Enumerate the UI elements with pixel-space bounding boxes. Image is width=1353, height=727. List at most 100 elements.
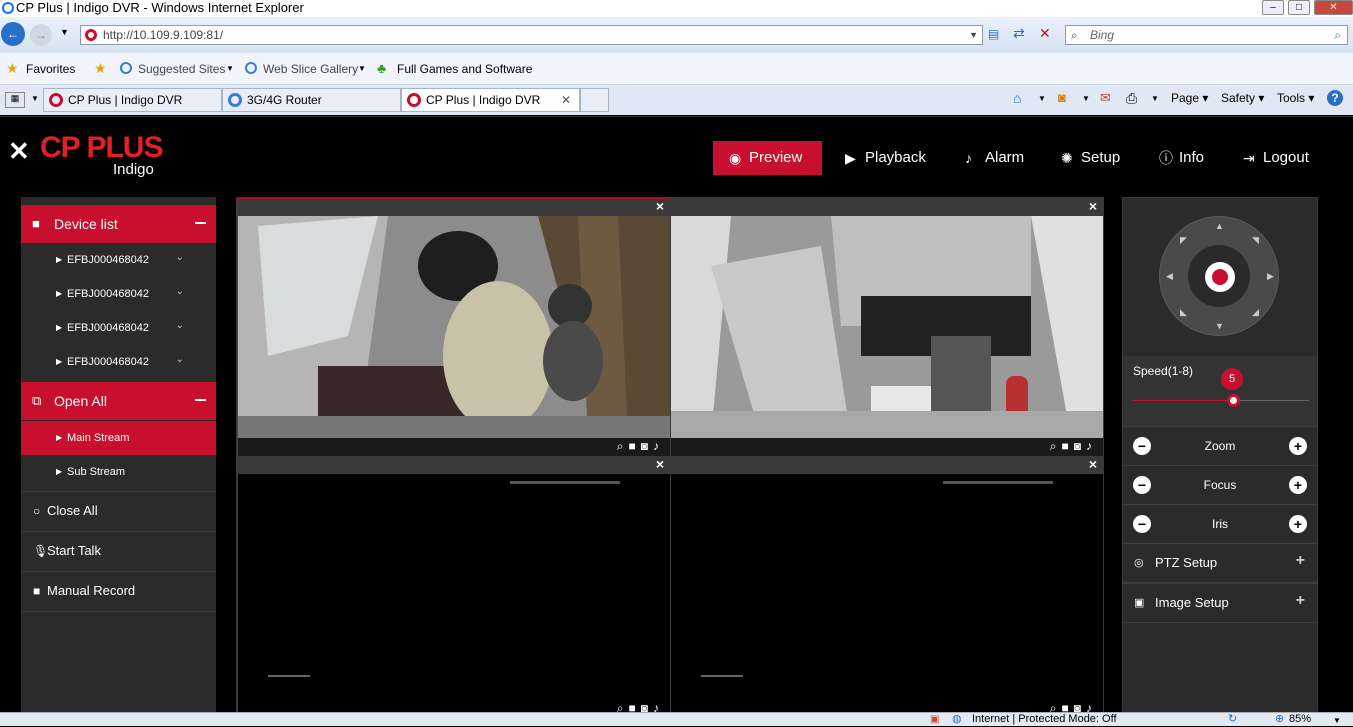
ptz-setup-button[interactable]: ◎ PTZ Setup + — [1123, 543, 1317, 583]
gear-icon: ✺ — [1061, 150, 1073, 166]
ptz-down-right-icon[interactable]: ◢ — [1252, 307, 1259, 318]
close-icon[interactable]: × — [1089, 456, 1097, 472]
nav-logout[interactable]: ⇥ Logout — [1227, 141, 1327, 175]
focus-row: − Focus + — [1123, 465, 1317, 504]
video-cell-1[interactable]: × ⌕■◙♪ — [237, 198, 671, 457]
chevron-down-icon[interactable]: ⌄ — [176, 241, 184, 275]
address-bar[interactable]: http://10.109.9.109:81/ ▼ — [80, 25, 983, 45]
collapse-icon[interactable] — [195, 222, 206, 224]
refresh-icon[interactable]: ⇄ — [1013, 25, 1025, 42]
stop-icon[interactable]: ✕ — [1039, 25, 1051, 42]
ptz-down-left-icon[interactable]: ◣ — [1180, 307, 1187, 318]
print-icon[interactable]: ⎙ — [1126, 90, 1137, 107]
add-favorite-icon[interactable]: ★ — [94, 60, 107, 77]
cell-control-icons[interactable]: ⌕■◙♪ — [1050, 439, 1097, 454]
chevron-down-icon[interactable]: ▼ — [1082, 94, 1090, 103]
history-dropdown-icon[interactable]: ▼ — [60, 27, 69, 37]
zoom-in-icon[interactable]: + — [1289, 437, 1307, 455]
maximize-icon[interactable]: □ — [1288, 0, 1310, 15]
search-input[interactable]: ⌕ Bing ⌕ — [1065, 25, 1348, 45]
close-icon[interactable]: × — [656, 198, 664, 214]
iris-minus-icon[interactable]: − — [1133, 515, 1151, 533]
ptz-up-right-icon[interactable]: ◥ — [1252, 235, 1259, 246]
video-cell-4[interactable]: × ⌕■◙♪ — [670, 456, 1104, 718]
nav-playback[interactable]: ▶ Playback — [829, 141, 944, 175]
chevron-down-icon[interactable]: ⌄ — [176, 275, 184, 309]
zoom-out-icon[interactable]: − — [1133, 437, 1151, 455]
zoom-level[interactable]: 85% — [1289, 713, 1311, 726]
minimize-icon[interactable]: – — [1262, 0, 1284, 15]
close-all-button[interactable]: ○ Close All — [21, 491, 216, 531]
device-item[interactable]: ▶ EFBJ000468042 ⌄ — [21, 345, 216, 379]
ptz-direction-pad[interactable]: ▲ ▼ ◀ ▶ ◤ ◥ ◣ ◢ — [1159, 216, 1279, 336]
ptz-down-icon[interactable]: ▼ — [1215, 321, 1224, 331]
safety-menu[interactable]: Safety ▾ — [1221, 91, 1264, 105]
speed-slider-thumb[interactable] — [1227, 394, 1241, 407]
video-cell-3[interactable]: × ⌕■◙♪ — [237, 456, 671, 718]
compatibility-view-icon[interactable]: ▤ — [988, 27, 999, 41]
tab-cpplus-1[interactable]: CP Plus | Indigo DVR — [43, 88, 222, 112]
chevron-down-icon[interactable]: ⌄ — [176, 343, 184, 377]
zoom-dropdown-icon[interactable]: ▼ — [1333, 714, 1341, 727]
nav-preview[interactable]: ◉ Preview — [713, 141, 822, 175]
close-window-icon[interactable]: ✕ — [1314, 0, 1353, 15]
quick-tabs-icon[interactable]: ▦ — [5, 92, 25, 108]
nav-alarm[interactable]: ♪ Alarm — [949, 141, 1042, 175]
help-icon[interactable]: ? — [1327, 90, 1343, 106]
expand-plus-icon[interactable]: + — [1296, 542, 1305, 580]
page-menu[interactable]: Page ▾ — [1171, 91, 1208, 105]
focus-plus-icon[interactable]: + — [1289, 476, 1307, 494]
open-all-header[interactable]: ⧉ Open All — [21, 382, 216, 420]
ptz-up-left-icon[interactable]: ◤ — [1180, 235, 1187, 246]
main-stream-item[interactable]: ▶ Main Stream — [21, 421, 216, 455]
chevron-down-icon[interactable]: ⌄ — [176, 309, 184, 343]
favorites-button[interactable]: Favorites — [26, 62, 75, 76]
image-setup-button[interactable]: ▣ Image Setup + — [1123, 583, 1317, 623]
chevron-down-icon[interactable]: ▼ — [1151, 94, 1159, 103]
back-arrow-icon[interactable]: ← — [1, 22, 25, 46]
speed-slider[interactable] — [1133, 394, 1309, 407]
new-tab-button[interactable] — [580, 88, 609, 112]
search-go-icon[interactable]: ⌕ — [1334, 26, 1341, 44]
favorite-full-games[interactable]: Full Games and Software — [397, 62, 532, 76]
device-item[interactable]: ▶ EFBJ000468042 ⌄ — [21, 243, 216, 277]
close-icon[interactable]: × — [1089, 198, 1097, 214]
forward-arrow-icon[interactable]: → — [30, 24, 52, 46]
ptz-left-icon[interactable]: ◀ — [1166, 271, 1173, 282]
home-icon[interactable]: ⌂ — [1013, 90, 1021, 106]
ptz-right-icon[interactable]: ▶ — [1267, 271, 1274, 282]
tab-list-dropdown-icon[interactable]: ▼ — [31, 94, 39, 103]
close-tab-icon[interactable]: ✕ — [561, 89, 571, 111]
sub-stream-item[interactable]: ▶ Sub Stream — [21, 455, 216, 489]
cell-control-icons[interactable]: ⌕■◙♪ — [617, 439, 664, 454]
device-item[interactable]: ▶ EFBJ000468042 ⌄ — [21, 311, 216, 345]
cpplus-favicon-icon — [407, 93, 421, 107]
chevron-down-icon[interactable]: ▼ — [358, 64, 366, 73]
manual-record-button[interactable]: ■ Manual Record — [21, 571, 216, 612]
device-item[interactable]: ▶ EFBJ000468042 ⌄ — [21, 277, 216, 311]
cell-controls: ⌕■◙♪ — [671, 438, 1103, 456]
close-icon[interactable]: × — [656, 456, 664, 472]
address-dropdown-icon[interactable]: ▼ — [969, 26, 978, 44]
tab-router[interactable]: 3G/4G Router — [222, 88, 401, 112]
open-all-label: Open All — [54, 393, 107, 409]
focus-minus-icon[interactable]: − — [1133, 476, 1151, 494]
tools-menu[interactable]: Tools ▾ — [1277, 91, 1314, 105]
video-cell-2[interactable]: × ⌕■◙♪ — [670, 198, 1104, 457]
iris-plus-icon[interactable]: + — [1289, 515, 1307, 533]
nav-info[interactable]: ⓘ Info — [1143, 141, 1222, 175]
favorite-suggested-sites[interactable]: Suggested Sites — [138, 62, 225, 76]
expand-plus-icon[interactable]: + — [1296, 582, 1305, 620]
ptz-up-icon[interactable]: ▲ — [1215, 221, 1224, 231]
chevron-down-icon[interactable]: ▼ — [226, 64, 234, 73]
mail-icon[interactable]: ✉ — [1100, 90, 1111, 106]
feeds-icon[interactable]: ◙ — [1058, 90, 1066, 105]
favorite-web-slice-gallery[interactable]: Web Slice Gallery — [263, 62, 358, 76]
protected-mode-icon[interactable]: ↻ — [1228, 713, 1237, 726]
chevron-down-icon[interactable]: ▼ — [1038, 94, 1046, 103]
start-talk-button[interactable]: 🎙 Start Talk — [21, 531, 216, 571]
tab-cpplus-active[interactable]: CP Plus | Indigo DVR ✕ — [401, 88, 580, 112]
collapse-icon[interactable] — [195, 399, 206, 401]
device-list-header[interactable]: ■ Device list — [21, 205, 216, 243]
nav-setup[interactable]: ✺ Setup — [1045, 141, 1138, 175]
